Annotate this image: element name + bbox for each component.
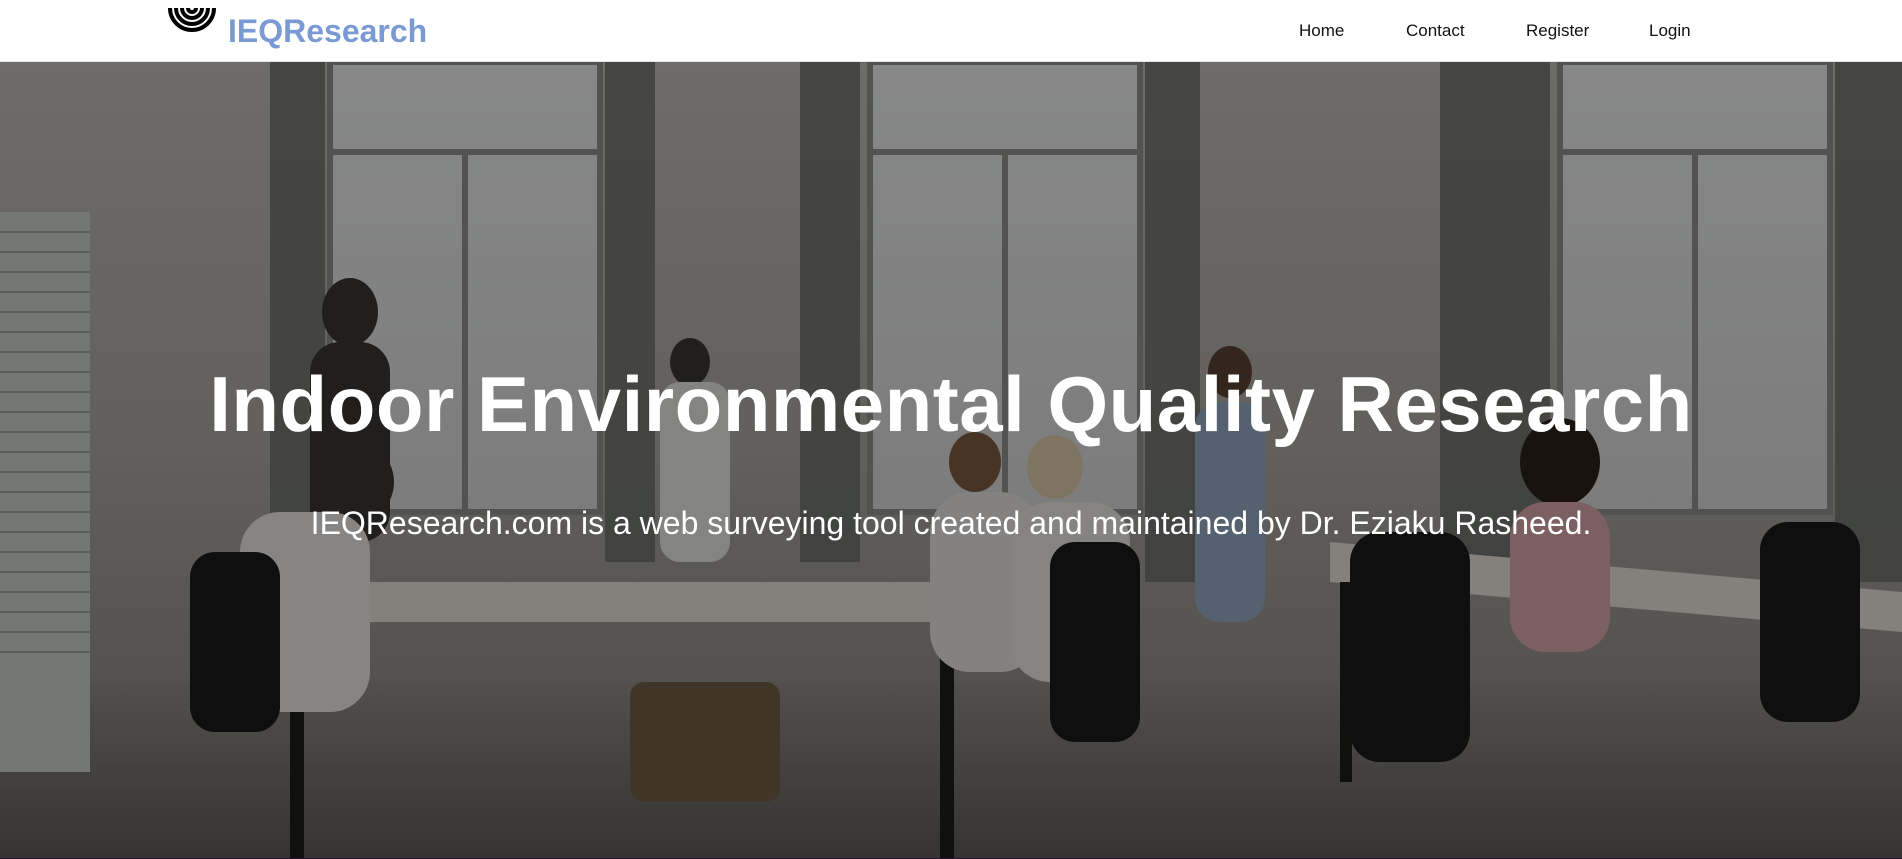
hero-dark-overlay <box>0 62 1902 858</box>
hero-title: Indoor Environmental Quality Research <box>209 360 1693 448</box>
nav-login-link[interactable]: Login <box>1649 20 1691 42</box>
site-header: IEQResearch Home Contact Register Login <box>0 0 1902 62</box>
nav-home-link[interactable]: Home <box>1299 20 1344 42</box>
hero-subtitle: IEQResearch.com is a web surveying tool … <box>310 505 1592 541</box>
nav-register-link[interactable]: Register <box>1526 20 1589 42</box>
hero-banner <box>0 62 1902 858</box>
main-nav: Home Contact Register Login <box>0 0 1902 62</box>
nav-contact-link[interactable]: Contact <box>1406 20 1465 42</box>
